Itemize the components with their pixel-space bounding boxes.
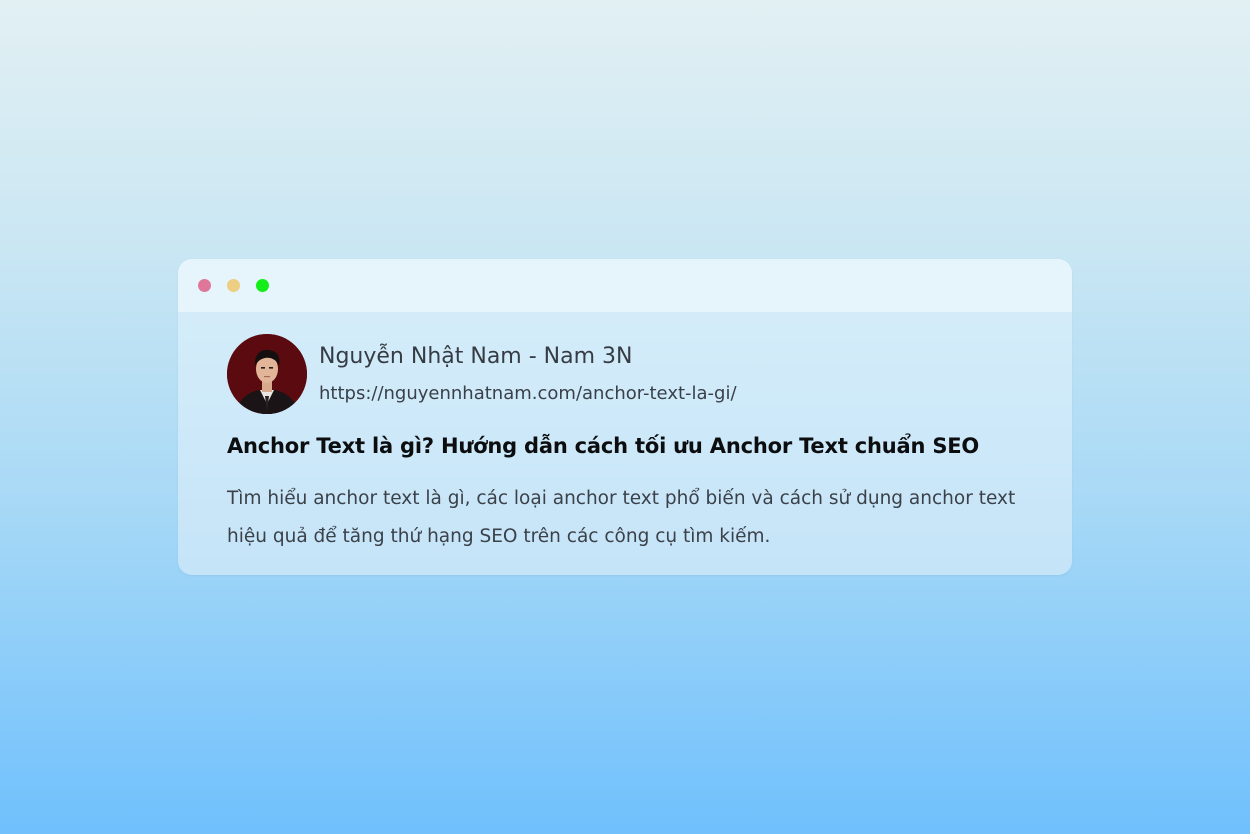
avatar-portrait-icon	[227, 334, 307, 414]
search-result-window: Nguyễn Nhật Nam - Nam 3N https://nguyenn…	[178, 259, 1072, 575]
close-button[interactable]	[198, 279, 211, 292]
author-avatar	[227, 334, 307, 414]
result-url[interactable]: https://nguyennhatnam.com/anchor-text-la…	[319, 383, 737, 404]
window-titlebar	[178, 259, 1072, 312]
site-name: Nguyễn Nhật Nam - Nam 3N	[319, 344, 633, 369]
minimize-button[interactable]	[227, 279, 240, 292]
maximize-button[interactable]	[256, 279, 269, 292]
result-title-link[interactable]: Anchor Text là gì? Hướng dẫn cách tối ưu…	[227, 434, 979, 458]
result-description: Tìm hiểu anchor text là gì, các loại anc…	[227, 488, 1016, 547]
